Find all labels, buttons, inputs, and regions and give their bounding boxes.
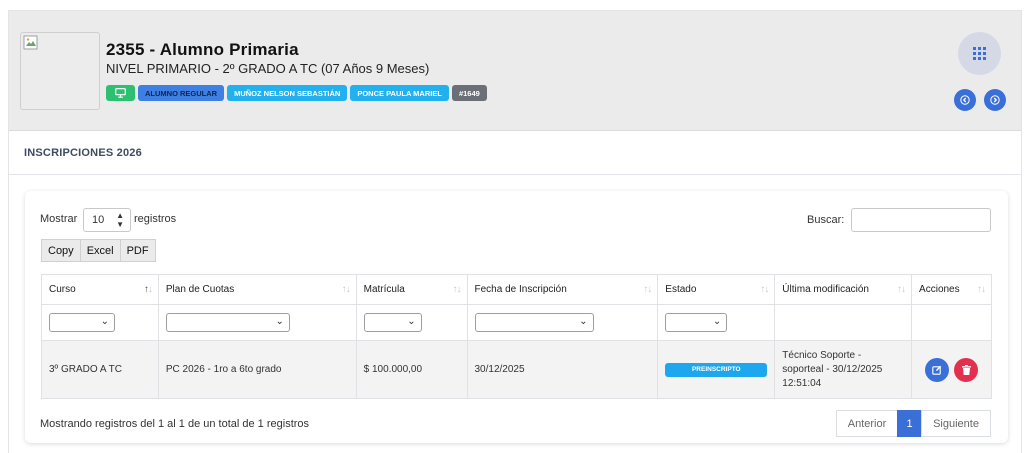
records-label: registros: [134, 213, 177, 225]
cell-modificacion: Técnico Soporte - soporteal - 30/12/2025…: [774, 340, 913, 399]
excel-button[interactable]: Excel: [79, 239, 121, 262]
page-length-label: Mostrar: [40, 213, 78, 225]
column-header-matricula[interactable]: Matrícula ↑↓: [355, 274, 468, 305]
column-header-curso[interactable]: Curso ↑↓: [41, 274, 159, 305]
section-divider: [9, 174, 1021, 175]
pdf-button[interactable]: PDF: [119, 239, 156, 262]
pagination-next[interactable]: Siguiente: [921, 410, 991, 437]
cell-fecha: 30/12/2025: [466, 340, 659, 399]
pagination-previous[interactable]: Anterior: [836, 410, 898, 437]
table-header-row: Curso ↑↓ Plan de Cuotas ↑↓ Matrícula ↑↓ Fec…: [41, 274, 992, 305]
table-info: Mostrando registros del 1 al 1 de un tot…: [40, 418, 310, 430]
trash-icon: [961, 364, 971, 375]
student-title: 2355 - Alumno Primaria: [106, 40, 299, 59]
student-header: 2355 - Alumno Primaria NIVEL PRIMARIO - …: [9, 11, 1021, 131]
sort-icon: ↑↓: [341, 284, 351, 295]
export-buttons: Copy Excel PDF: [41, 239, 156, 262]
sort-icon: ↑↓: [897, 284, 906, 295]
column-header-modificacion[interactable]: Última modificación ↑↓: [774, 274, 913, 305]
sort-asc-icon: ↑↓: [143, 284, 153, 295]
guardian-badge-2: PONCE PAULA MARIEL: [350, 85, 449, 101]
filter-estado-select[interactable]: ⌄: [665, 313, 728, 332]
filter-plan-select[interactable]: ⌄: [165, 313, 290, 332]
status-badge: PREINSCRIPTO: [665, 362, 768, 377]
search-input[interactable]: [851, 208, 991, 232]
pagination: Anterior 1 Siguiente: [836, 410, 991, 437]
broken-image-icon: [23, 35, 38, 50]
filter-matricula-select[interactable]: ⌄: [363, 313, 422, 332]
student-badges: ALUMNO REGULAR MUÑOZ NELSON SEBASTIÁN PO…: [106, 85, 487, 101]
column-header-fecha[interactable]: Fecha de Inscripción ↑↓: [466, 274, 659, 305]
enrollments-panel: Mostrar 10 ▲ ▼ registros Buscar: Copy Exc…: [25, 191, 1008, 443]
filter-curso-select[interactable]: ⌄: [49, 313, 115, 332]
filter-fecha-select[interactable]: ⌄: [474, 313, 594, 332]
column-header-acciones[interactable]: Acciones ↑↓: [911, 274, 992, 305]
column-header-estado[interactable]: Estado ↑↓: [657, 274, 776, 305]
edit-icon: [932, 365, 942, 375]
student-card: 2355 - Alumno Primaria NIVEL PRIMARIO - …: [8, 10, 1022, 453]
cell-acciones: [911, 340, 992, 399]
grid-icon: [973, 47, 986, 60]
monitor-icon: [115, 88, 126, 98]
sort-icon: ↑↓: [977, 284, 986, 295]
cell-plan: PC 2026 - 1ro a 6to grado: [157, 340, 357, 399]
delete-button[interactable]: [954, 357, 979, 382]
chevron-down-icon: ⌄: [712, 316, 722, 327]
chevron-down-icon: ⌄: [579, 316, 588, 327]
chevron-down-icon: ⌄: [100, 316, 109, 327]
guardian-badge-1: MUÑOZ NELSON SEBASTIÁN: [227, 85, 348, 101]
table-row: 3º GRADO A TC PC 2026 - 1ro a 6to grado …: [41, 340, 992, 399]
student-level: NIVEL PRIMARIO - 2º GRADO A TC (07 Años …: [106, 61, 430, 76]
copy-button[interactable]: Copy: [41, 239, 81, 262]
previous-student-button[interactable]: [954, 89, 976, 111]
student-photo: [20, 32, 100, 110]
sort-icon: ↑↓: [452, 284, 462, 295]
pagination-page-1[interactable]: 1: [897, 410, 922, 437]
chevron-down-icon: ⌄: [407, 316, 416, 327]
cell-matricula: $ 100.000,00: [355, 340, 468, 399]
chevron-right-icon: [990, 95, 1000, 105]
column-header-plan[interactable]: Plan de Cuotas ↑↓: [157, 274, 357, 305]
status-badge: ALUMNO REGULAR: [138, 85, 225, 101]
cell-curso: 3º GRADO A TC: [41, 340, 159, 399]
select-arrows-icon: ▲ ▼: [116, 211, 124, 229]
edit-button[interactable]: [925, 357, 950, 382]
sort-icon: ↑↓: [643, 284, 652, 295]
student-id-badge: #1649: [451, 85, 487, 101]
apps-menu-button[interactable]: [958, 32, 1001, 75]
section-title: INSCRIPCIONES 2026: [24, 147, 142, 159]
enrollments-table: Curso ↑↓ Plan de Cuotas ↑↓ Matrícula ↑↓ Fec…: [41, 274, 992, 399]
chevron-left-icon: [960, 95, 970, 105]
filter-row: ⌄ ⌄ ⌄ ⌄ ⌄: [41, 304, 992, 341]
chevron-down-icon: ⌄: [275, 316, 284, 327]
sort-icon: ↑↓: [760, 284, 769, 295]
next-student-button[interactable]: [984, 89, 1006, 111]
page-length-select[interactable]: 10 ▲ ▼: [83, 208, 131, 232]
monitor-badge[interactable]: [106, 85, 135, 101]
search-label: Buscar:: [807, 214, 845, 226]
